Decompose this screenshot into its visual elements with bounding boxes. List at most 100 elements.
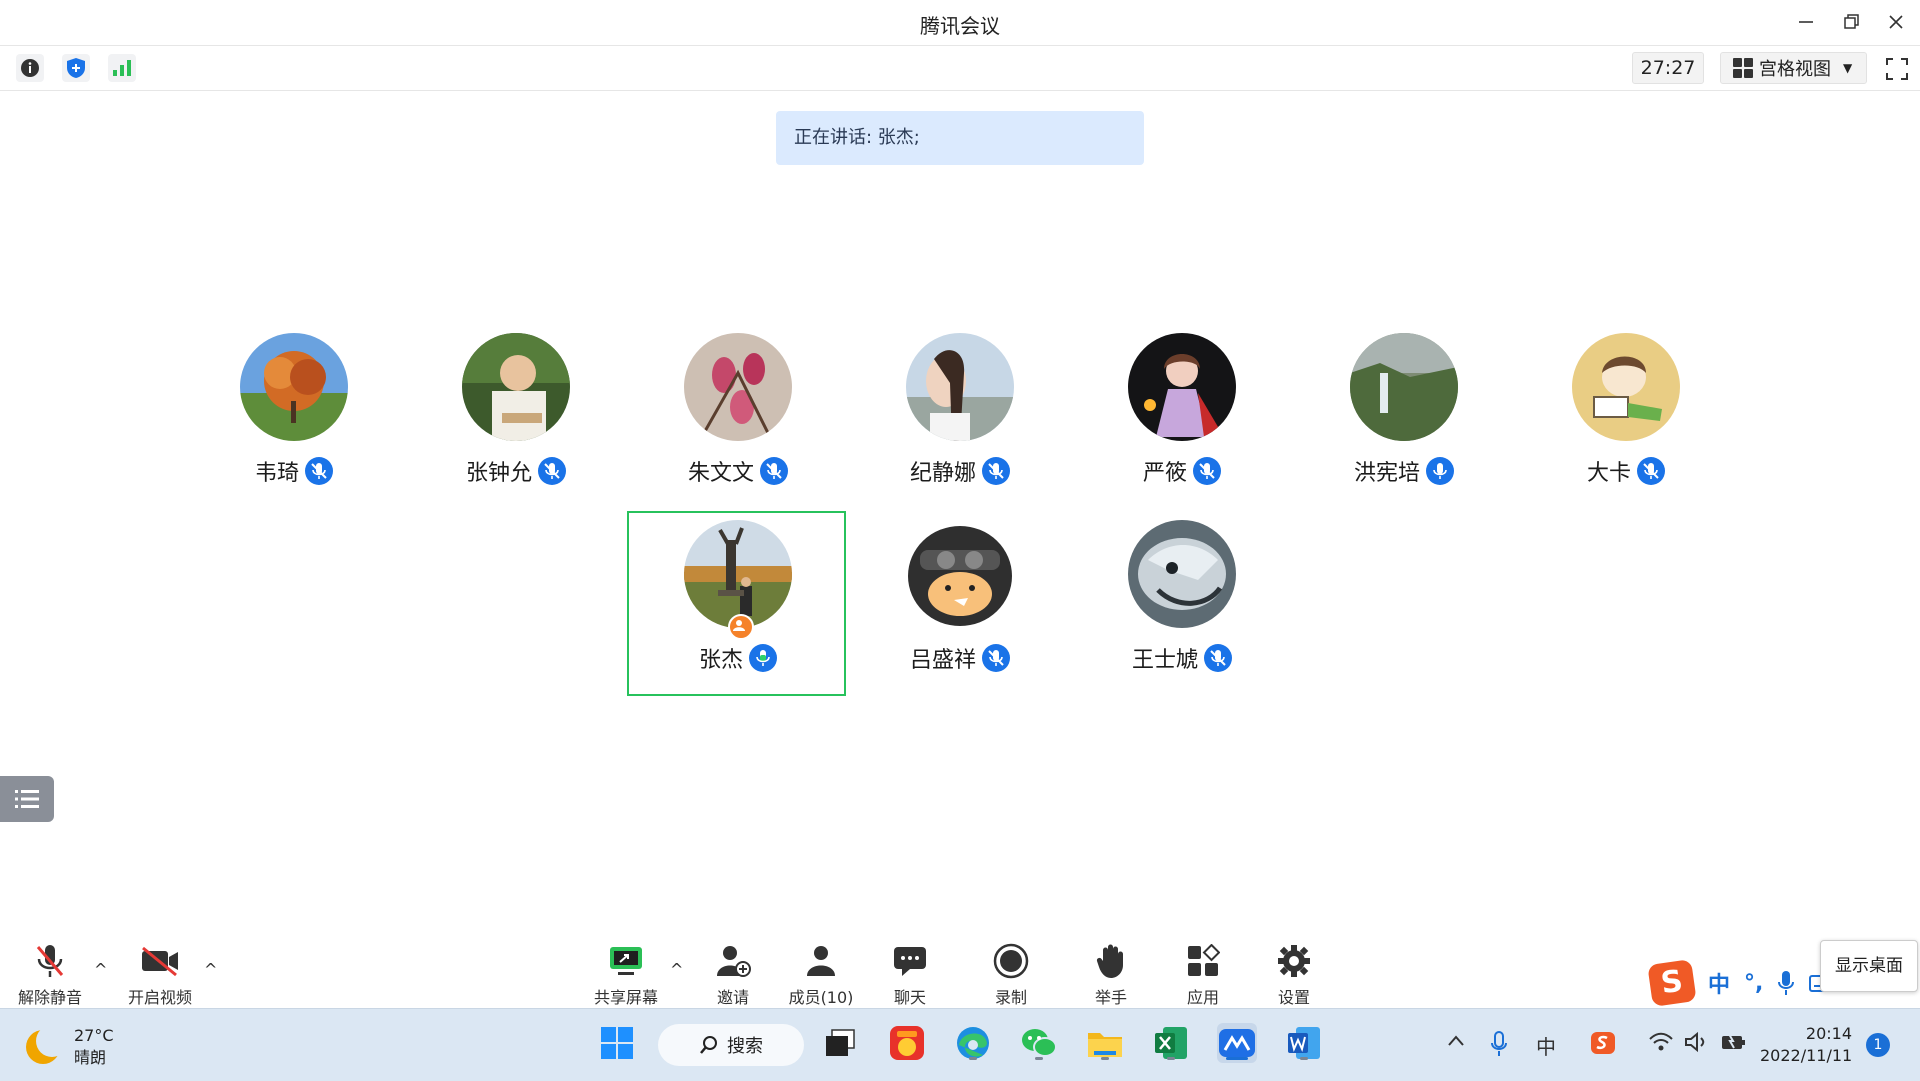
participant-name-row: 张钟允 [406,455,626,487]
apps-label: 应用 [1186,988,1219,1007]
members-button[interactable]: 成员(10) [776,942,866,1008]
chat-button[interactable]: 聊天 [865,942,955,1008]
raise-hand-button[interactable]: 举手 [1066,942,1156,1008]
unmute-button[interactable]: 解除静音 [5,942,95,1008]
avatar [684,520,792,628]
record-icon [993,943,1029,979]
battery-charging-icon[interactable] [1720,1031,1748,1058]
excel-icon[interactable] [1151,1023,1191,1063]
tray-chevron-up-icon[interactable] [1446,1031,1466,1056]
wechat-icon[interactable] [1019,1023,1059,1063]
invite-icon [717,946,751,977]
participant-tile[interactable]: 纪静娜 [850,333,1070,486]
participant-tile[interactable]: 严筱 [1072,333,1292,486]
start-video-button[interactable]: 开启视频 [115,942,205,1008]
speaking-text: 正在讲话: 张杰; [794,127,920,148]
participant-tile[interactable]: 吕盛祥 [850,520,1070,673]
avatar [1350,333,1458,441]
info-icon[interactable] [16,54,44,82]
mic-muted-icon [1193,457,1221,485]
clock-time: 20:14 [1805,1024,1852,1043]
avatar [906,520,1014,628]
gear-icon [1278,945,1310,977]
participant-tile-active[interactable]: 张杰 [628,520,848,673]
unmute-label: 解除静音 [17,988,82,1007]
participant-name-row: 大卡 [1516,455,1736,487]
restore-icon[interactable] [1832,6,1872,38]
participant-name: 洪宪培 [1353,461,1420,486]
apps-button[interactable]: 应用 [1158,942,1248,1008]
participant-tile[interactable]: 大卡 [1516,333,1736,486]
record-button[interactable]: 录制 [966,942,1056,1008]
search-label: 搜索 [727,1036,763,1057]
participant-tile[interactable]: 王士虓 [1072,520,1292,673]
close-icon[interactable] [1876,6,1916,38]
apps-icon [1188,944,1220,976]
fullscreen-icon[interactable] [1886,58,1908,80]
video-options-chevron-icon[interactable]: ^ [204,960,217,979]
invite-label: 邀请 [716,988,749,1007]
participant-name-row: 张杰 [628,642,848,674]
avatar [906,333,1014,441]
side-list-toggle[interactable] [0,776,54,822]
chat-icon [894,947,926,976]
participant-name-row: 吕盛祥 [850,642,1070,674]
word-icon[interactable] [1284,1023,1324,1063]
participant-name: 朱文文 [687,461,754,486]
mic-muted-icon [305,457,333,485]
avatar [1128,333,1236,441]
ime-language[interactable]: 中 [1708,967,1730,999]
audio-options-chevron-icon[interactable]: ^ [94,960,107,979]
ime-toolbar[interactable]: S 中 °, [1647,959,1834,1007]
taskbar-clock[interactable]: 20:14 2022/11/11 [1760,1023,1852,1067]
minimize-icon[interactable] [1786,6,1826,38]
participant-name-row: 韦琦 [184,455,404,487]
weather-description: 晴朗 [74,1048,107,1067]
shield-icon[interactable] [62,54,90,82]
participant-tile[interactable]: 张钟允 [406,333,626,486]
taskbar: 27°C 晴朗 搜索 中 20:14 2022/11/11 1 [0,1008,1920,1081]
participant-name: 吕盛祥 [909,648,976,673]
camera-off-icon [142,946,178,977]
participant-name: 韦琦 [254,461,299,486]
signal-icon[interactable] [108,54,136,82]
window-title: 腾讯会议 [920,14,1000,38]
settings-button[interactable]: 设置 [1249,942,1339,1008]
invite-button[interactable]: 邀请 [688,942,778,1008]
sogou-logo-icon: S [1647,959,1697,1007]
chevron-down-icon: ▼ [1843,61,1853,75]
view-mode-label: 宫格视图 [1759,59,1831,80]
sogou-tray-icon[interactable] [1590,1031,1616,1060]
taskbar-search[interactable]: 搜索 [658,1024,804,1066]
share-screen-label: 共享屏幕 [593,988,658,1007]
punctuation-icon[interactable]: °, [1744,971,1763,996]
shopping-app-icon[interactable] [887,1023,927,1063]
clock-date: 2022/11/11 [1760,1046,1853,1065]
file-explorer-icon[interactable] [1085,1023,1125,1063]
share-screen-icon [610,947,642,975]
tencent-meeting-icon[interactable] [1217,1023,1257,1063]
participant-tile[interactable]: 洪宪培 [1294,333,1514,486]
windows-start-icon[interactable] [597,1023,637,1063]
weather-widget[interactable]: 27°C 晴朗 [26,1025,114,1069]
mic-muted-icon [538,457,566,485]
share-screen-button[interactable]: 共享屏幕 [581,942,671,1008]
mic-muted-icon [982,644,1010,672]
participant-tile[interactable]: 朱文文 [628,333,848,486]
wifi-icon[interactable] [1648,1031,1674,1058]
meeting-timer: 27:27 [1632,52,1704,84]
tray-input-language[interactable]: 中 [1536,1031,1556,1060]
voice-input-icon[interactable] [1777,970,1795,996]
weather-temperature: 27°C [74,1026,114,1045]
view-mode-dropdown[interactable]: 宫格视图 ▼ [1720,52,1867,84]
participant-tile[interactable]: 韦琦 [184,333,404,486]
tray-mic-icon[interactable] [1490,1031,1508,1062]
avatar [462,333,570,441]
notification-badge[interactable]: 1 [1866,1033,1890,1057]
task-view-icon[interactable] [820,1023,860,1063]
mic-muted-icon [36,945,64,977]
raise-hand-icon [1096,944,1123,978]
share-options-chevron-icon[interactable]: ^ [670,960,683,979]
volume-icon[interactable] [1684,1031,1710,1058]
edge-browser-icon[interactable] [953,1023,993,1063]
